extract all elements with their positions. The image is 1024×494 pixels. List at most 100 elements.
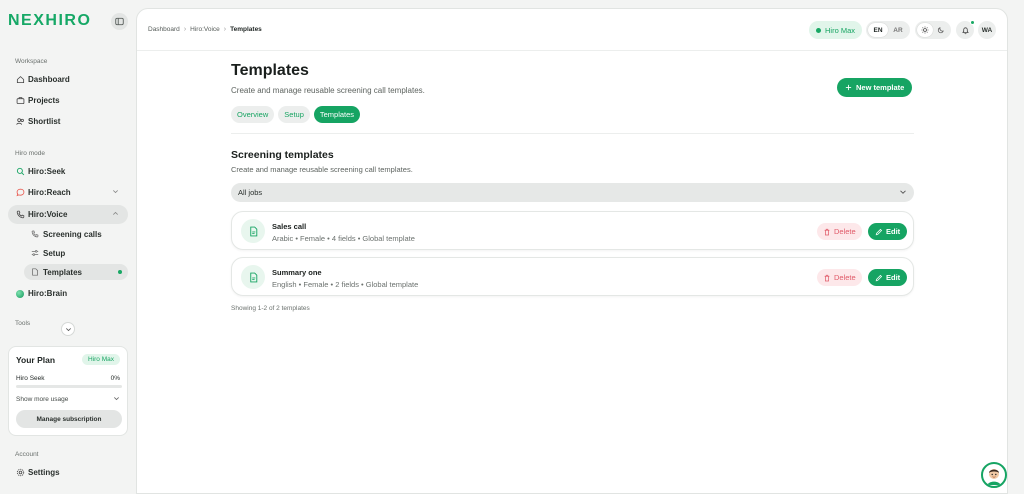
tools-expand-button[interactable] [61, 322, 75, 336]
chevron-up-icon [113, 211, 118, 215]
usage-progress-bar [16, 385, 122, 388]
plan-card: Your Plan Hiro Max Hiro Seek 0% Show mor… [8, 346, 128, 436]
phone-icon [30, 229, 40, 239]
page-title: Templates [231, 62, 309, 79]
template-name: Sales call [272, 222, 307, 231]
delete-button[interactable]: Delete [817, 269, 862, 286]
chevron-down-icon [65, 327, 71, 331]
edit-label: Edit [886, 227, 901, 236]
chevron-down-icon [114, 397, 119, 401]
edit-label: Edit [886, 273, 901, 282]
moon-icon [937, 27, 944, 34]
sidebar-item-dashboard[interactable]: Dashboard [8, 70, 128, 89]
sidebar-item-hiro-reach[interactable]: Hiro:Reach [8, 183, 128, 202]
usage-label: Hiro Seek [16, 375, 45, 382]
plan-title: Your Plan [16, 355, 56, 365]
breadcrumb-item[interactable]: Dashboard [148, 26, 180, 33]
sidebar-item-hiro-seek[interactable]: Hiro:Seek [8, 162, 128, 181]
sidebar-item-settings[interactable]: Settings [8, 463, 128, 482]
chat-icon [15, 188, 25, 198]
sidebar-subitem-screening-calls[interactable]: Screening calls [24, 226, 128, 242]
document-icon [241, 219, 265, 243]
sidebar-subitem-templates[interactable]: Templates [24, 264, 128, 280]
trash-icon [824, 228, 830, 235]
sun-icon [921, 26, 929, 34]
sidebar-item-label: Hiro:Reach [28, 188, 71, 197]
section-label-account: Account [15, 451, 39, 458]
light-theme-button[interactable] [917, 23, 933, 37]
section-title: Screening templates [231, 149, 334, 161]
sidebar-item-hiro-voice[interactable]: Hiro:Voice [8, 205, 128, 224]
phone-icon [15, 210, 25, 220]
notifications-button[interactable] [956, 20, 975, 39]
template-meta: Arabic • Female • 4 fields • Global temp… [272, 234, 415, 243]
manage-subscription-button[interactable]: Manage subscription [16, 410, 122, 428]
trash-icon [824, 274, 830, 281]
divider [231, 133, 914, 134]
template-card[interactable]: Summary one English • Female • 2 fields … [231, 257, 914, 296]
language-option-ar[interactable]: AR [888, 23, 908, 37]
sidebar-collapse-button[interactable] [111, 13, 128, 30]
sidebar-subitem-label: Setup [43, 248, 66, 258]
plan-badge: Hiro Max [81, 354, 120, 365]
template-card[interactable]: Sales call Arabic • Female • 4 fields • … [231, 211, 914, 250]
pagination-summary: Showing 1-2 of 2 templates [231, 305, 310, 312]
assistant-avatar-button[interactable] [981, 462, 1007, 488]
breadcrumb-current: Templates [230, 26, 262, 33]
sidebar-item-hiro-brain[interactable]: Hiro:Brain [8, 284, 128, 303]
sidebar-item-label: Shortlist [28, 117, 61, 126]
top-bar: Dashboard › Hiro:Voice › Templates Hiro … [137, 9, 1007, 51]
page-subtitle: Create and manage reusable screening cal… [231, 86, 425, 95]
pencil-icon [875, 228, 883, 235]
sidebar-subitem-label: Templates [43, 267, 82, 277]
sidebar-item-label: Settings [28, 468, 60, 477]
edit-button[interactable]: Edit [868, 269, 908, 286]
delete-label: Delete [834, 273, 856, 282]
main-panel: Dashboard › Hiro:Voice › Templates Hiro … [136, 8, 1008, 494]
tab-setup[interactable]: Setup [278, 106, 310, 123]
page-scrollbar[interactable] [1012, 8, 1018, 488]
brand-logo[interactable]: NEXHIRO [8, 12, 91, 30]
sidebar-toggle-icon [115, 17, 124, 26]
sidebar-subitem-setup[interactable]: Setup [24, 245, 128, 261]
edit-button[interactable]: Edit [868, 223, 908, 240]
search-icon [15, 167, 25, 177]
new-template-label: New template [856, 83, 905, 92]
job-filter-select[interactable]: All jobs [231, 183, 914, 202]
sidebar-item-label: Dashboard [28, 75, 70, 84]
usage-value: 0% [110, 375, 120, 382]
dark-theme-button[interactable] [933, 23, 949, 37]
sidebar-subitem-label: Screening calls [43, 229, 102, 239]
tab-overview[interactable]: Overview [231, 106, 275, 123]
tab-templates[interactable]: Templates [313, 106, 361, 123]
tab-bar: Overview Setup Templates [231, 106, 361, 123]
theme-toggle [915, 21, 951, 39]
plan-pill-label: Hiro Max [825, 25, 856, 35]
job-filter-value: All jobs [238, 188, 263, 197]
breadcrumb: Dashboard › Hiro:Voice › Templates [148, 26, 262, 33]
sidebar-item-shortlist[interactable]: Shortlist [8, 112, 128, 131]
section-label-hiro-mode: Hiro mode [15, 150, 45, 157]
avatar[interactable]: WA [978, 21, 996, 39]
plan-pill[interactable]: Hiro Max [809, 21, 863, 39]
language-option-en[interactable]: EN [868, 23, 888, 37]
template-meta: English • Female • 2 fields • Global tem… [272, 280, 419, 289]
template-name: Summary one [272, 268, 322, 277]
breadcrumb-item[interactable]: Hiro:Voice [190, 26, 220, 33]
sidebar-item-label: Hiro:Brain [28, 289, 68, 298]
file-icon [30, 267, 40, 277]
document-icon [241, 265, 265, 289]
delete-button[interactable]: Delete [817, 223, 862, 240]
gear-icon [15, 468, 25, 478]
section-subtitle: Create and manage reusable screening cal… [231, 165, 413, 174]
new-template-button[interactable]: New template [837, 78, 913, 97]
sidebar-item-projects[interactable]: Projects [8, 91, 128, 110]
brain-orb-icon [16, 289, 24, 298]
pencil-icon [875, 274, 883, 281]
sidebar-item-label: Hiro:Seek [28, 167, 66, 176]
sidebar-item-label: Hiro:Voice [28, 210, 68, 219]
plus-icon [845, 84, 852, 91]
show-more-usage-link[interactable]: Show more usage [16, 396, 68, 403]
notification-badge [970, 20, 975, 25]
users-icon [15, 117, 25, 127]
